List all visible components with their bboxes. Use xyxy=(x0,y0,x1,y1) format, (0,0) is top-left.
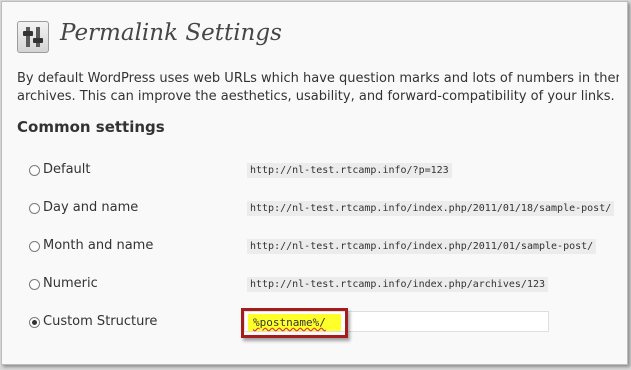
url-sample-month-and-name: http://nl-test.rtcamp.info/index.php/201… xyxy=(247,239,597,254)
radio-day-and-name[interactable] xyxy=(29,203,40,214)
url-sample-numeric: http://nl-test.rtcamp.info/index.php/arc… xyxy=(247,277,549,292)
section-heading-common-settings: Common settings xyxy=(17,118,165,136)
option-label-day-and-name[interactable]: Day and name xyxy=(43,200,138,215)
option-month-and-name[interactable]: Month and name http://nl-test.rtcamp.inf… xyxy=(26,237,606,259)
url-sample-default: http://nl-test.rtcamp.info/?p=123 xyxy=(247,163,452,178)
url-sample-day-and-name: http://nl-test.rtcamp.info/index.php/201… xyxy=(247,201,615,216)
intro-line-1: By default WordPress uses web URLs which… xyxy=(17,71,627,86)
permalink-settings-panel: Permalink Settings By default WordPress … xyxy=(1,1,628,365)
radio-default[interactable] xyxy=(29,165,40,176)
option-numeric[interactable]: Numeric http://nl-test.rtcamp.info/index… xyxy=(26,275,606,297)
intro-text: By default WordPress uses web URLs which… xyxy=(17,70,627,106)
radio-custom-structure[interactable] xyxy=(29,317,40,328)
option-label-numeric[interactable]: Numeric xyxy=(43,276,98,291)
option-label-custom-structure[interactable]: Custom Structure xyxy=(43,314,157,329)
radio-numeric[interactable] xyxy=(29,279,40,290)
radio-month-and-name[interactable] xyxy=(29,241,40,252)
intro-line-2: archives. This can improve the aesthetic… xyxy=(17,89,627,104)
option-default[interactable]: Default http://nl-test.rtcamp.info/?p=12… xyxy=(26,161,606,183)
custom-structure-value-highlight: %postname%/ xyxy=(248,314,341,331)
scrollbar[interactable] xyxy=(619,62,627,364)
option-day-and-name[interactable]: Day and name http://nl-test.rtcamp.info/… xyxy=(26,199,615,221)
option-label-month-and-name[interactable]: Month and name xyxy=(43,238,153,253)
option-label-default[interactable]: Default xyxy=(43,162,91,177)
settings-sliders-icon xyxy=(17,21,49,53)
page-title: Permalink Settings xyxy=(60,20,282,46)
